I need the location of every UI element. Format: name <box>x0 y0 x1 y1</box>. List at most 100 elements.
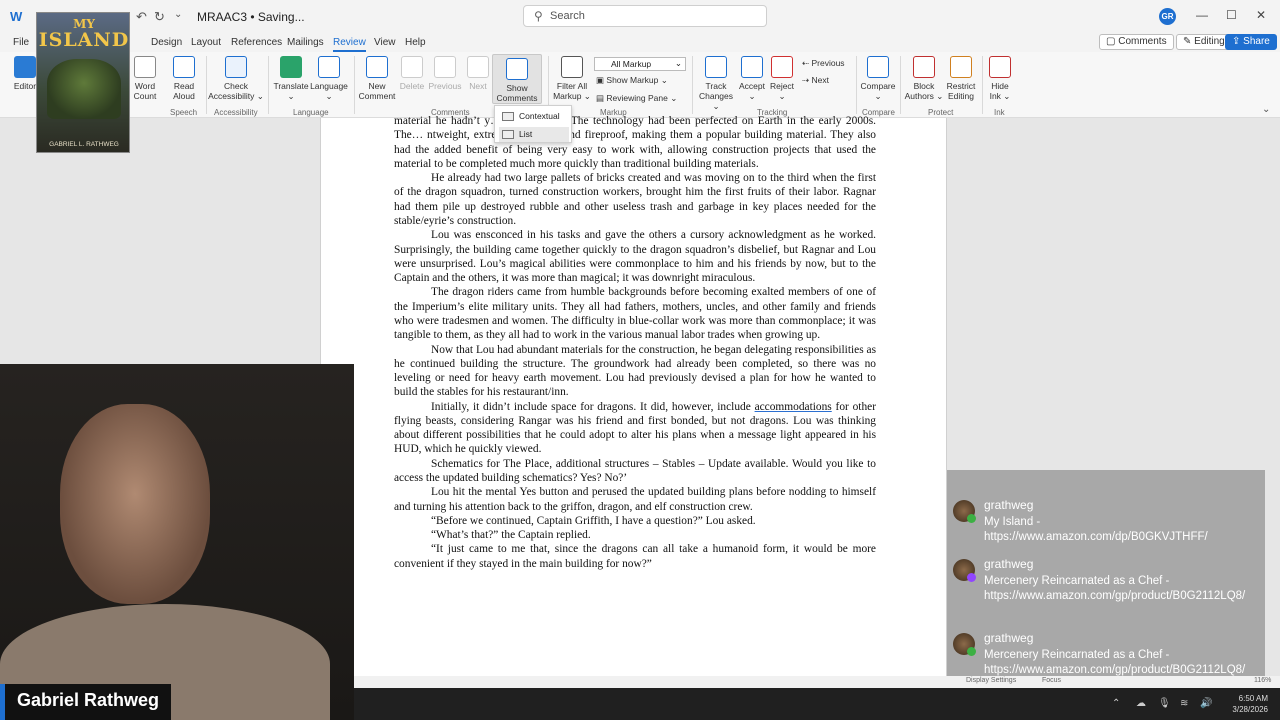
avatar[interactable]: GR <box>1159 8 1176 25</box>
ribbon-separator <box>268 56 269 114</box>
hide-ink-icon <box>989 56 1011 78</box>
filter-all-markup-label-2: Markup <box>553 91 582 101</box>
display-for-review-value: All Markup <box>611 59 652 69</box>
ribbon-separator <box>856 56 857 114</box>
tab-review[interactable]: Review <box>333 37 366 52</box>
cloud-icon[interactable]: ☁ <box>1136 698 1146 709</box>
book-title-line-2: ISLAND <box>38 29 130 51</box>
next-comment-icon <box>467 56 489 78</box>
accessibility-icon <box>225 56 247 78</box>
focus-button[interactable]: Focus <box>1042 677 1061 684</box>
next-change-label: Next <box>811 75 829 85</box>
filter-markup-icon <box>561 56 583 78</box>
previous-change-button[interactable]: ⇠ Previous <box>802 58 845 69</box>
previous-comment-button[interactable]: Previous <box>428 56 462 91</box>
display-settings-button[interactable]: Display Settings <box>966 677 1016 684</box>
restrict-editing-label-1: Restrict <box>946 81 976 91</box>
new-comment-button[interactable]: New Comment <box>358 56 396 101</box>
tab-file[interactable]: File <box>13 37 29 48</box>
search-input[interactable]: ⚲ Search <box>523 5 767 27</box>
chevron-up-icon[interactable]: ⌃ <box>1112 698 1120 709</box>
block-authors-icon <box>913 56 935 78</box>
compare-button[interactable]: Compare ⌄ <box>860 56 896 101</box>
reviewing-pane-button[interactable]: ▤ Reviewing Pane ⌄ <box>596 93 677 104</box>
document-body[interactable]: material he hadn’t y… orld of Soul. The … <box>394 114 876 571</box>
show-markup-label: Show Markup <box>606 75 659 85</box>
chat-text: Mercenery Reincarnated as a Chef - https… <box>984 575 1246 602</box>
dropdown-item-list[interactable]: List <box>499 127 569 142</box>
dropdown-item-contextual[interactable]: Contextual <box>499 109 569 124</box>
zoom-level[interactable]: 116% <box>1254 677 1271 684</box>
tab-view[interactable]: View <box>374 37 396 48</box>
reject-icon <box>771 56 793 78</box>
compare-icon <box>867 56 889 78</box>
hide-ink-button[interactable]: Hide Ink ⌄ <box>986 56 1014 101</box>
restrict-editing-label-2: Editing <box>948 91 974 101</box>
undo-icon[interactable]: ↶ <box>136 9 147 25</box>
paragraph: material he hadn’t y… orld of Soul. The … <box>394 115 876 170</box>
wifi-icon[interactable]: ≋ <box>1180 698 1188 709</box>
block-authors-button[interactable]: Block Authors ⌄ <box>904 56 944 101</box>
filter-all-markup-button[interactable]: Filter All Markup ⌄ <box>552 56 592 101</box>
translate-label: Translate <box>273 81 309 91</box>
tab-layout[interactable]: Layout <box>191 37 221 48</box>
webcam-feed <box>0 364 354 720</box>
show-comments-icon <box>506 58 528 80</box>
redo-icon[interactable]: ↻ <box>154 9 165 25</box>
comments-button[interactable]: ▢ Comments <box>1099 34 1174 50</box>
microphone-icon[interactable]: 🎙 <box>1158 698 1171 709</box>
reject-button[interactable]: Reject ⌄ <box>768 56 796 101</box>
chat-text: Mercenery Reincarnated as a Chef - https… <box>984 649 1246 676</box>
delete-comment-icon <box>401 56 423 78</box>
chat-username: grathweg <box>984 498 1034 512</box>
read-aloud-icon <box>173 56 195 78</box>
collapse-ribbon-icon[interactable]: ⌄ <box>1262 104 1270 115</box>
read-aloud-button[interactable]: Read Aloud <box>168 56 200 101</box>
filter-all-markup-label-1: Filter All <box>556 81 588 91</box>
volume-icon[interactable]: 🔊 <box>1200 698 1212 709</box>
restrict-editing-button[interactable]: Restrict Editing <box>944 56 978 101</box>
show-comments-dropdown: Contextual List <box>494 105 572 143</box>
tab-mailings[interactable]: Mailings <box>287 37 324 48</box>
tab-design[interactable]: Design <box>151 37 182 48</box>
show-comments-button[interactable]: ShowComments ⌄ <box>492 54 542 113</box>
check-accessibility-label-2: Accessibility <box>208 91 255 101</box>
flagged-word[interactable]: accommodations <box>755 401 832 413</box>
paragraph: Lou hit the mental Yes button and peruse… <box>394 486 876 513</box>
tab-help[interactable]: Help <box>405 37 426 48</box>
taskbar-clock[interactable]: 6:50 AM 3/28/2026 <box>1232 693 1268 715</box>
next-comment-button[interactable]: Next <box>466 56 490 91</box>
clock-time: 6:50 AM <box>1238 694 1268 703</box>
display-for-review-select[interactable]: All Markup ⌄ <box>594 57 686 71</box>
share-button-label: Share <box>1243 36 1270 47</box>
show-markup-button[interactable]: ▣ Show Markup ⌄ <box>596 75 668 86</box>
minimize-button[interactable]: — <box>1196 8 1208 22</box>
accept-button[interactable]: Accept ⌄ <box>737 56 767 101</box>
next-change-button[interactable]: ⇢ Next <box>802 75 829 86</box>
track-changes-button[interactable]: Track Changes ⌄ <box>696 56 736 111</box>
translate-button[interactable]: Translate ⌄ <box>272 56 310 101</box>
ribbon-separator <box>982 56 983 114</box>
track-changes-icon <box>705 56 727 78</box>
ribbon-separator <box>900 56 901 114</box>
block-authors-label-1: Block <box>913 81 935 91</box>
check-accessibility-button[interactable]: Check Accessibility ⌄ <box>208 56 264 101</box>
tab-references[interactable]: References <box>231 37 282 48</box>
maximize-button[interactable]: ☐ <box>1226 8 1237 22</box>
close-button[interactable]: ✕ <box>1256 8 1266 22</box>
hide-ink-label-1: Hide <box>991 81 1009 91</box>
search-icon: ⚲ <box>534 9 543 23</box>
delete-comment-button[interactable]: Delete <box>398 56 426 91</box>
chat-text: My Island - https://www.amazon.com/dp/B0… <box>984 516 1208 543</box>
editor-icon <box>14 56 36 78</box>
chat-username: grathweg <box>984 557 1034 571</box>
chat-username: grathweg <box>984 631 1034 645</box>
word-count-button[interactable]: Word Count <box>131 56 159 101</box>
share-button[interactable]: ⇪ Share <box>1225 34 1277 50</box>
title-bar: W ↶ ↻ ⌄ MRAAC3 • Saving... ⚲ Search GR —… <box>0 0 1280 32</box>
dropdown-item-label: Contextual <box>519 111 560 121</box>
language-button[interactable]: Language ⌄ <box>309 56 349 101</box>
customize-quick-access-icon[interactable]: ⌄ <box>174 9 182 20</box>
chat-overlay: grathweg My Island - https://www.amazon.… <box>947 470 1265 692</box>
word-count-label-1: Word <box>134 81 156 91</box>
